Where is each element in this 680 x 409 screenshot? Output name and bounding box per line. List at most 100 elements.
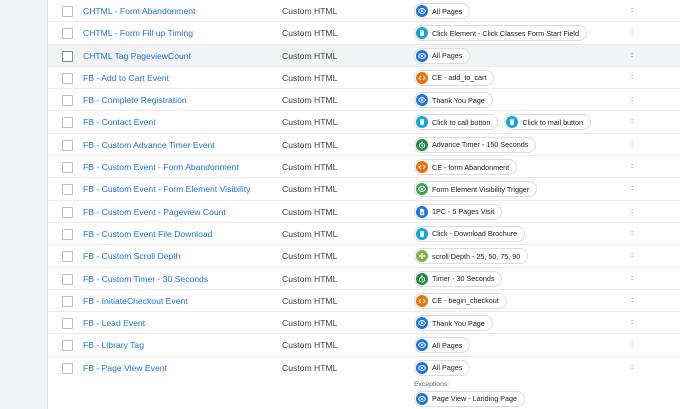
tag-name-link[interactable]: FB - Custom Event - Form Element Visibil… — [83, 178, 250, 200]
more-column-icon: ∶ — [631, 117, 634, 127]
row-checkbox[interactable] — [62, 318, 73, 330]
code-icon — [416, 294, 428, 307]
table-row[interactable]: FB - Custom Event - Form Abandonment Cust… — [48, 156, 680, 179]
trigger-chip-thank-you-page[interactable]: Thank You Page — [414, 315, 493, 332]
row-checkbox[interactable] — [62, 206, 73, 218]
table-row[interactable]: FB - Custom Event - Form Element Visibil… — [48, 178, 680, 201]
trigger-chip-advance-timer-150-seconds[interactable]: Advance Timer - 150 Seconds — [414, 136, 537, 153]
row-checkbox[interactable] — [62, 162, 73, 174]
table-row[interactable]: FB - Lead Event Custom HTML Thank You Page… — [48, 312, 680, 335]
row-checkbox[interactable] — [62, 228, 73, 240]
tag-type: Custom HTML — [282, 184, 338, 195]
code-icon — [416, 71, 428, 84]
trigger-chip-all-pages[interactable]: All Pages — [414, 3, 471, 19]
tag-type: Custom HTML — [282, 228, 338, 239]
table-row[interactable]: FB - Library Tag Custom HTML All Pages ∶ — [48, 334, 680, 357]
trigger-chip-scroll-depth-25-50-75-90[interactable]: scroll Depth - 25, 50, 75, 90 — [414, 248, 529, 265]
trigger-chip-ce-add-to-cart[interactable]: CE - add_to_cart — [414, 69, 495, 86]
trigger-chip-click-element-click-classes-form-start-field[interactable]: Click Element - Click Classes Form Start… — [414, 25, 587, 42]
trigger-chip-timer-30-seconds[interactable]: Timer - 30 Seconds — [414, 270, 503, 287]
trigger-chip-click-to-mail-button[interactable]: Click to mail button — [504, 114, 592, 131]
row-checkbox[interactable] — [62, 139, 73, 151]
row-checkbox[interactable] — [62, 50, 73, 62]
trigger-chip-form-element-visibility-trigger[interactable]: Form Element Visibility Trigger — [414, 181, 538, 198]
tag-name-link[interactable]: FB - Custom Event File Download — [83, 223, 212, 245]
tag-name-link[interactable]: FB - Custom Event - Pageview Count — [83, 201, 226, 223]
more-column-icon: ∶ — [631, 273, 634, 283]
row-checkbox[interactable] — [62, 117, 73, 129]
row-checkbox[interactable] — [62, 340, 73, 352]
tag-name-link[interactable]: FB - Complete Registration — [83, 89, 187, 111]
exceptions-label: Exceptions: — [414, 380, 450, 388]
tags-table: CHTML - Form Abandonment Custom HTML All P… — [48, 0, 680, 409]
firing-triggers: Thank You Page — [414, 92, 493, 109]
trigger-chip-label: CE - form Abandonment — [432, 162, 510, 172]
table-row[interactable]: FB - Custom Event File Download Custom HT… — [48, 223, 680, 246]
trigger-chip-label: Click to call button — [432, 117, 491, 127]
more-column-icon: ∶ — [631, 318, 634, 328]
table-row[interactable]: CHTML Tag PageviewCount Custom HTML All Pa… — [48, 44, 680, 67]
tag-type: Custom HTML — [282, 72, 338, 83]
tag-name-link[interactable]: FB - Custom Advance Timer Event — [83, 134, 215, 156]
tag-name-link[interactable]: FB - InitiateCheckout Event — [83, 290, 188, 312]
tag-name-link[interactable]: FB - Custom Event - Form Abandonment — [83, 156, 239, 178]
tag-name-link[interactable]: CHTML - Form Fill up Timing — [83, 22, 193, 44]
firing-triggers: Click - Download Brochure — [414, 225, 526, 242]
table-row[interactable]: FB - Page View Event Custom HTML All Pages… — [48, 357, 680, 409]
table-row[interactable]: FB - InitiateCheckout Event Custom HTML CE… — [48, 290, 680, 313]
row-checkbox[interactable] — [62, 28, 73, 40]
table-row[interactable]: FB - Custom Event - Pageview Count Custom… — [48, 201, 680, 223]
trigger-chip-ce-form-abandonment[interactable]: CE - form Abandonment — [414, 159, 518, 176]
trigger-chip-click-to-call-button[interactable]: Click to call button — [414, 114, 499, 131]
row-checkbox[interactable] — [62, 95, 73, 107]
tag-name-link[interactable]: FB - Custom Scroll Depth — [83, 245, 180, 267]
firing-triggers: Thank You Page — [414, 315, 493, 332]
tag-name-link[interactable]: FB - Contact Event — [83, 111, 156, 133]
click-icon — [416, 227, 428, 240]
tag-type: Custom HTML — [282, 6, 338, 16]
table-row[interactable]: CHTML - Form Fill up Timing Custom HTML Cl… — [48, 22, 680, 45]
trigger-chip-click-download-brochure[interactable]: Click - Download Brochure — [414, 225, 526, 242]
table-row[interactable]: FB - Custom Scroll Depth Custom HTML scrol… — [48, 245, 680, 268]
table-row[interactable]: FB - Custom Advance Timer Event Custom HT… — [48, 134, 680, 157]
eye-icon — [416, 317, 428, 330]
trigger-chip-label: Form Element Visibility Trigger — [432, 184, 530, 194]
row-checkbox[interactable] — [62, 184, 73, 196]
tag-name-link[interactable]: FB - Lead Event — [83, 312, 145, 334]
row-checkbox[interactable] — [62, 273, 73, 285]
trigger-chip-label: All Pages — [432, 340, 463, 350]
trigger-chip-thank-you-page[interactable]: Thank You Page — [414, 92, 493, 109]
tag-name-link[interactable]: FB - Add to Cart Event — [83, 67, 169, 89]
row-checkbox[interactable] — [62, 72, 73, 84]
tag-type: Custom HTML — [282, 28, 338, 39]
click-icon — [416, 27, 428, 40]
more-column-icon: ∶ — [631, 295, 634, 305]
tag-name-link[interactable]: CHTML - Form Abandonment — [83, 0, 195, 22]
table-row[interactable]: CHTML - Form Abandonment Custom HTML All P… — [48, 0, 680, 23]
trigger-chip-all-pages[interactable]: All Pages — [414, 359, 471, 376]
eye-icon — [416, 94, 428, 107]
row-checkbox[interactable] — [62, 295, 73, 307]
tag-name-link[interactable]: CHTML Tag PageviewCount — [83, 45, 191, 67]
trigger-chip-exception-page-view-landing-page[interactable]: Page View - Landing Page — [414, 390, 525, 407]
tag-name-link[interactable]: FB - Custom Timer - 30 Seconds — [83, 268, 208, 290]
trigger-chip-all-pages[interactable]: All Pages — [414, 337, 471, 354]
table-row[interactable]: FB - Custom Timer - 30 Seconds Custom HTM… — [48, 268, 680, 290]
table-row[interactable]: FB - Complete Registration Custom HTML Tha… — [48, 89, 680, 112]
trigger-chip-all-pages[interactable]: All Pages — [414, 47, 471, 64]
trigger-chip-label: Timer - 30 Seconds — [432, 274, 495, 284]
tag-name-link[interactable]: FB - Library Tag — [83, 334, 144, 356]
trigger-chip-ce-begin-checkout[interactable]: CE - begin_checkout — [414, 292, 507, 309]
eye-icon — [416, 5, 428, 17]
row-checkbox[interactable] — [62, 6, 73, 17]
tag-name-link[interactable]: FB - Page View Event — [83, 357, 167, 379]
trigger-chip-label: All Pages — [432, 363, 463, 373]
trigger-chip-1pc-5-pages-visit[interactable]: 1PC - 5 Pages Visit — [414, 203, 503, 220]
tag-type: Custom HTML — [282, 117, 338, 128]
table-row[interactable]: FB - Add to Cart Event Custom HTML CE - ad… — [48, 67, 680, 90]
table-row[interactable]: FB - Contact Event Custom HTML Click to ca… — [48, 111, 680, 134]
row-checkbox[interactable] — [62, 362, 73, 374]
eye-icon — [416, 392, 428, 405]
row-checkbox[interactable] — [62, 251, 73, 263]
trigger-chip-label: CE - add_to_cart — [432, 73, 487, 83]
